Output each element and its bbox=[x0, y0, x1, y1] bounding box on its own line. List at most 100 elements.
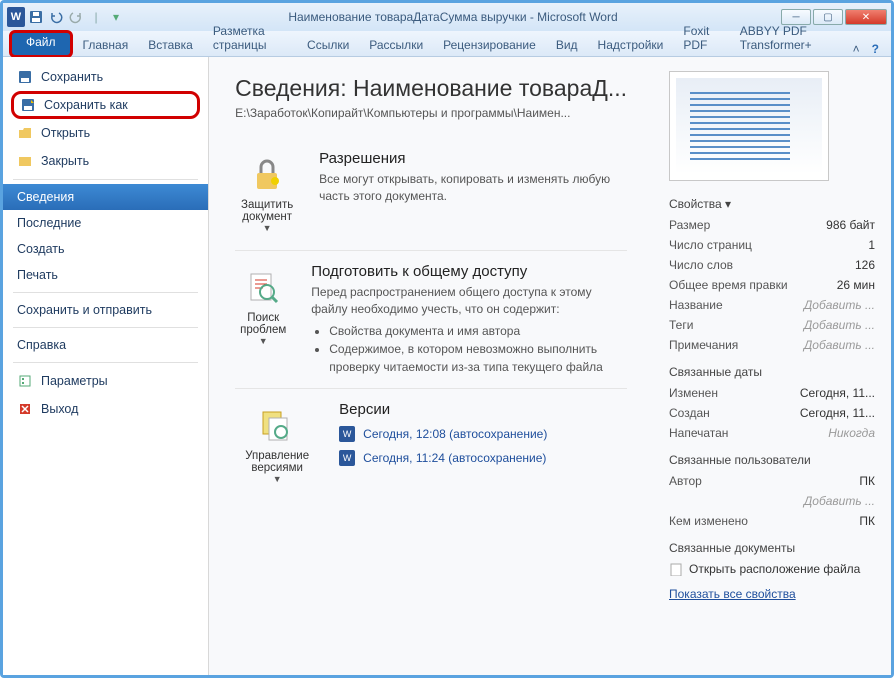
sidebar-item-label: Выход bbox=[41, 402, 78, 416]
tab-review[interactable]: Рецензирование bbox=[433, 34, 546, 56]
tab-abbyy[interactable]: ABBYY PDF Transformer+ bbox=[730, 20, 847, 56]
prop-value[interactable]: Добавить ... bbox=[804, 298, 875, 312]
tab-page-layout[interactable]: Разметка страницы bbox=[203, 20, 297, 56]
button-label: Управление версиями bbox=[240, 450, 314, 474]
help-icon[interactable]: ? bbox=[866, 42, 885, 56]
sidebar-item-label: Последние bbox=[17, 216, 81, 230]
tab-file[interactable]: Файл bbox=[9, 30, 73, 58]
sidebar-item-save[interactable]: Сохранить bbox=[3, 63, 208, 91]
tab-references[interactable]: Ссылки bbox=[297, 34, 359, 56]
properties-heading[interactable]: Свойства ▾ bbox=[669, 197, 875, 211]
check-issues-button[interactable]: Поиск проблем ▼ bbox=[235, 263, 291, 376]
prop-value[interactable]: Добавить ... bbox=[804, 494, 875, 508]
sidebar-item-label: Закрыть bbox=[41, 154, 89, 168]
date-row[interactable]: Напечатан Никогда bbox=[669, 423, 875, 443]
prop-value: Сегодня, 11... bbox=[800, 386, 875, 400]
related-docs-heading: Связанные документы bbox=[669, 541, 875, 555]
show-all-properties-link[interactable]: Показать все свойства bbox=[669, 587, 796, 601]
version-item[interactable]: W Сегодня, 11:24 (автосохранение) bbox=[339, 446, 547, 470]
related-dates-heading: Связанные даты bbox=[669, 365, 875, 379]
prop-value[interactable]: Добавить ... bbox=[804, 318, 875, 332]
version-label: Сегодня, 12:08 (автосохранение) bbox=[363, 427, 547, 441]
version-label: Сегодня, 11:24 (автосохранение) bbox=[363, 451, 546, 465]
sidebar-item-help[interactable]: Справка bbox=[3, 332, 208, 358]
related-users-heading: Связанные пользователи bbox=[669, 453, 875, 467]
tab-mailings[interactable]: Рассылки bbox=[359, 34, 433, 56]
prop-value[interactable]: Никогда bbox=[828, 426, 875, 440]
info-heading: Сведения: Наименование товараД... bbox=[235, 75, 627, 102]
chevron-down-icon: ▼ bbox=[240, 474, 314, 484]
sidebar-item-exit[interactable]: Выход bbox=[3, 395, 208, 423]
tab-home[interactable]: Главная bbox=[73, 34, 139, 56]
sidebar-item-recent[interactable]: Последние bbox=[3, 210, 208, 236]
property-row[interactable]: НазваниеДобавить ... bbox=[669, 295, 875, 315]
versions-section: Управление версиями ▼ Версии W Сегодня, … bbox=[235, 389, 627, 501]
prop-key: Кем изменено bbox=[669, 514, 748, 528]
save-icon[interactable] bbox=[27, 8, 45, 26]
version-item[interactable]: W Сегодня, 12:08 (автосохранение) bbox=[339, 422, 547, 446]
exit-icon bbox=[17, 401, 33, 417]
backstage-sidebar: Сохранить Сохранить как Открыть Закрыть … bbox=[3, 57, 209, 675]
backstage-view: Сохранить Сохранить как Открыть Закрыть … bbox=[3, 57, 891, 675]
document-preview[interactable] bbox=[669, 71, 829, 181]
open-file-location[interactable]: Открыть расположение файла bbox=[669, 559, 875, 579]
prop-key: Теги bbox=[669, 318, 693, 332]
user-row[interactable]: Добавить ... bbox=[669, 491, 875, 511]
quick-access-toolbar: W | ▾ bbox=[7, 8, 125, 26]
close-button[interactable]: ✕ bbox=[845, 9, 887, 25]
prop-key: Изменен bbox=[669, 386, 718, 400]
prop-key: Напечатан bbox=[669, 426, 728, 440]
prop-key: Число страниц bbox=[669, 238, 752, 252]
prepare-text: Перед распространением общего доступа к … bbox=[311, 284, 627, 318]
word-doc-icon: W bbox=[339, 450, 355, 466]
protect-document-button[interactable]: Защитить документ ▼ bbox=[235, 150, 299, 238]
qat-customize-icon[interactable]: ▾ bbox=[107, 8, 125, 26]
prop-value: ПК bbox=[859, 514, 875, 528]
prop-value: 986 байт bbox=[826, 218, 875, 232]
options-icon bbox=[17, 373, 33, 389]
property-row[interactable]: Теги Добавить ... bbox=[669, 315, 875, 335]
sidebar-item-close[interactable]: Закрыть bbox=[3, 147, 208, 175]
manage-versions-button[interactable]: Управление версиями ▼ bbox=[235, 401, 319, 489]
date-row: Создан Сегодня, 11... bbox=[669, 403, 875, 423]
sidebar-item-new[interactable]: Создать bbox=[3, 236, 208, 262]
sidebar-item-info[interactable]: Сведения bbox=[3, 184, 208, 210]
sidebar-item-share[interactable]: Сохранить и отправить bbox=[3, 297, 208, 323]
tab-addins[interactable]: Надстройки bbox=[588, 34, 674, 56]
qat-divider: | bbox=[87, 8, 105, 26]
folder-close-icon bbox=[17, 153, 33, 169]
date-row: Изменен Сегодня, 11... bbox=[669, 383, 875, 403]
tab-foxit[interactable]: Foxit PDF bbox=[673, 20, 729, 56]
prop-key: Создан bbox=[669, 406, 710, 420]
app-icon: W bbox=[7, 8, 25, 26]
tab-insert[interactable]: Вставка bbox=[138, 34, 203, 56]
property-row: Размер986 байт bbox=[669, 215, 875, 235]
prop-value: 26 мин bbox=[837, 278, 875, 292]
sidebar-item-save-as[interactable]: Сохранить как bbox=[11, 91, 200, 119]
sidebar-item-options[interactable]: Параметры bbox=[3, 367, 208, 395]
button-label: Поиск проблем bbox=[240, 312, 286, 336]
prop-key: Примечания bbox=[669, 338, 738, 352]
ribbon-minimize-icon[interactable]: ˄ bbox=[847, 42, 866, 56]
prepare-bullets: Свойства документа и имя автора Содержим… bbox=[329, 322, 627, 376]
property-row[interactable]: Примечания Добавить ... bbox=[669, 335, 875, 355]
undo-icon[interactable] bbox=[47, 8, 65, 26]
permissions-title: Разрешения bbox=[319, 150, 627, 167]
redo-icon[interactable] bbox=[67, 8, 85, 26]
save-as-icon bbox=[20, 97, 36, 113]
prop-value: ПК bbox=[859, 474, 875, 488]
tab-view[interactable]: Вид bbox=[546, 34, 588, 56]
bullet-item: Содержимое, в котором невозможно выполни… bbox=[329, 340, 627, 376]
permissions-text: Все могут открывать, копировать и изменя… bbox=[319, 171, 627, 205]
button-label: Защитить документ bbox=[240, 199, 294, 223]
prop-value[interactable]: Добавить ... bbox=[804, 338, 875, 352]
chevron-down-icon: ▼ bbox=[240, 336, 286, 346]
properties-panel: Свойства ▾ Размер986 байтЧисло страниц1Ч… bbox=[653, 57, 891, 675]
sidebar-item-open[interactable]: Открыть bbox=[3, 119, 208, 147]
sidebar-item-label: Сохранить bbox=[41, 70, 103, 84]
chevron-down-icon: ▼ bbox=[240, 223, 294, 233]
sidebar-item-label: Открыть bbox=[41, 126, 90, 140]
inspect-icon bbox=[243, 268, 283, 308]
sidebar-item-print[interactable]: Печать bbox=[3, 262, 208, 288]
prop-value: Сегодня, 11... bbox=[800, 406, 875, 420]
